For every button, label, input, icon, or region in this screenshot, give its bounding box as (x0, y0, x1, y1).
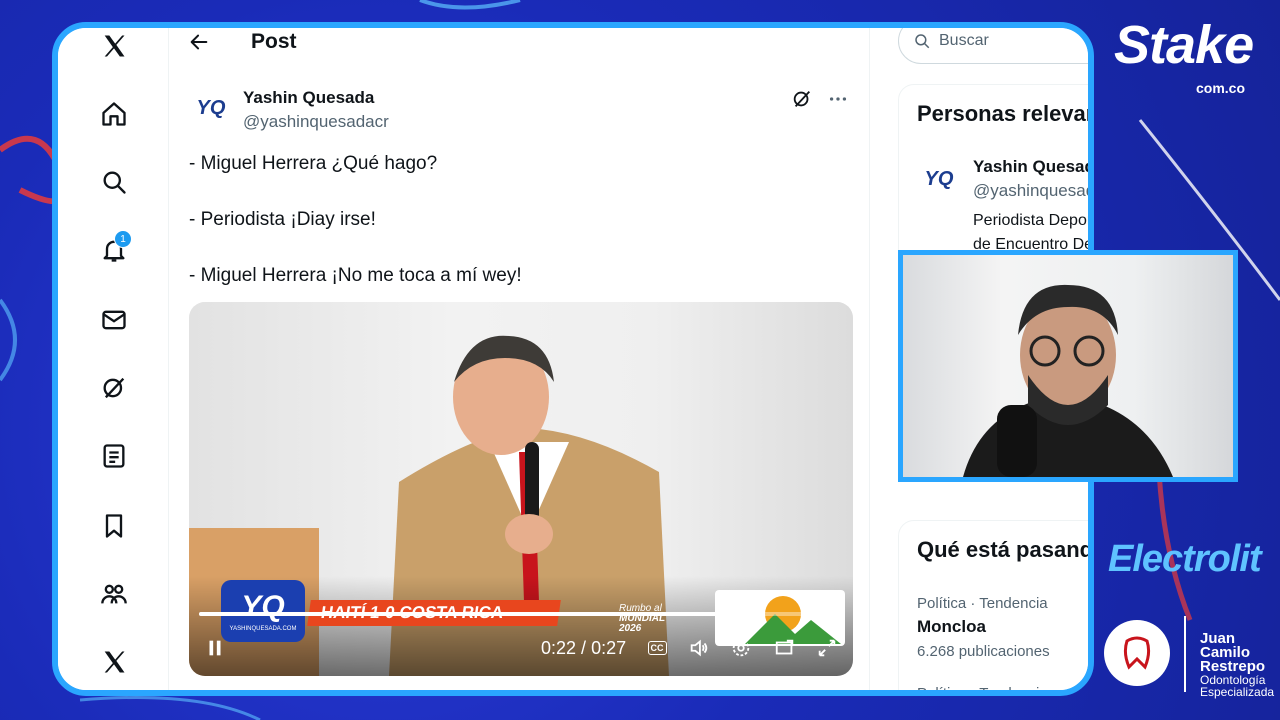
video-progress-fill (199, 612, 724, 616)
relevant-avatar-text: YQ (924, 167, 954, 190)
relevant-handle[interactable]: @yashinquesadacr (973, 181, 1088, 201)
settings-gear-icon[interactable] (727, 634, 755, 662)
trend-meta: Política · Tendencia (917, 595, 1048, 612)
author-handle[interactable]: @yashinquesadacr (243, 112, 389, 132)
home-icon[interactable] (92, 92, 136, 136)
post-column: Post YQ Yashin Quesada @yashinquesadacr … (169, 28, 870, 690)
premium-x-icon[interactable] (92, 640, 136, 684)
left-nav: 1 (58, 28, 169, 690)
more-options-icon[interactable] (827, 88, 849, 115)
post-line: - Miguel Herrera ¿Qué hago? (189, 153, 438, 174)
relevant-people-card: Personas relevantes YQ Yashin Quesada @y… (898, 84, 1093, 264)
post-actions (791, 88, 849, 115)
search-box[interactable]: Buscar (898, 28, 1088, 64)
post-text: - Miguel Herrera ¿Qué hago? - Periodista… (189, 150, 522, 318)
webcam-overlay (898, 250, 1238, 482)
captions-button[interactable]: CC (643, 634, 671, 662)
notifications-badge: 1 (114, 230, 132, 248)
search-icon (915, 34, 930, 49)
post-line: - Periodista ¡Diay irse! (189, 209, 376, 230)
explore-search-icon[interactable] (92, 160, 136, 204)
relevant-avatar[interactable]: YQ (917, 157, 961, 201)
post-author[interactable]: YQ Yashin Quesada @yashinquesadacr (189, 86, 389, 132)
avatar-logo-text: YQ (196, 96, 226, 119)
dental-sponsor-text: Juan Camilo Restrepo Odontología Especia… (1200, 630, 1280, 699)
sponsor-divider (1184, 616, 1186, 692)
mundial-logo-line: 2026 (619, 623, 642, 634)
streamer-figure (963, 284, 1173, 477)
author-avatar[interactable]: YQ (189, 86, 233, 130)
dental-logo-icon (1104, 620, 1170, 686)
stake-logo-sub: com.co (1196, 80, 1246, 96)
volume-icon[interactable] (685, 634, 713, 662)
time-total: 0:27 (591, 638, 627, 658)
notifications-bell-icon[interactable]: 1 (92, 228, 136, 272)
dental-name-line: Juan Camilo (1200, 630, 1251, 661)
fullscreen-icon[interactable] (813, 634, 841, 662)
trends-title: Qué está pasando (917, 537, 1094, 562)
author-name[interactable]: Yashin Quesada (243, 88, 389, 108)
relevant-people-title: Personas relevantes (917, 101, 1088, 126)
relevant-bio-line: Periodista Deportivo (973, 212, 1093, 229)
trend-name[interactable]: Moncloa (917, 617, 986, 637)
video-progress-bar[interactable] (199, 606, 843, 622)
trend-count: 6.268 publicaciones (917, 643, 1050, 660)
time-current: 0:22 (541, 638, 577, 658)
video-player[interactable]: YQ YASHINQUESADA.COM HAITÍ 1-0 COSTA RIC… (189, 302, 853, 676)
page-title: Post (251, 30, 297, 53)
electrolit-logo: Electrolit (1108, 538, 1262, 580)
mundial-logo: Rumbo al MUNDIAL 2026 (619, 604, 665, 634)
bookmarks-icon[interactable] (92, 504, 136, 548)
dental-name-line: Restrepo (1200, 658, 1266, 675)
yq-logo: YQ YASHINQUESADA.COM (221, 580, 305, 642)
lists-icon[interactable] (92, 434, 136, 478)
search-placeholder: Buscar (939, 32, 989, 49)
x-logo-icon[interactable] (92, 28, 136, 68)
dental-tagline: Especializada (1200, 685, 1275, 699)
video-time: 0:22 / 0:27 (541, 638, 627, 658)
picture-in-picture-icon[interactable] (771, 634, 799, 662)
messages-envelope-icon[interactable] (92, 298, 136, 342)
stake-logo: Stake (1114, 15, 1254, 75)
captions-label: CC (647, 641, 667, 655)
grok-icon[interactable] (92, 366, 136, 410)
trends-card: Qué está pasando Política · Tendencia Mo… (898, 520, 1094, 696)
grok-icon[interactable] (791, 88, 813, 115)
pause-icon[interactable] (201, 634, 229, 662)
trend-meta: Política · Tendencia (917, 685, 1048, 696)
relevant-name[interactable]: Yashin Quesada (973, 157, 1088, 177)
yq-logo-text: YQ (241, 590, 285, 623)
back-arrow-icon[interactable] (185, 28, 213, 56)
post-header: Post (185, 28, 297, 58)
video-progress-thumb[interactable] (715, 606, 732, 622)
yq-logo-sub: YASHINQUESADA.COM (229, 626, 297, 632)
post-line: - Miguel Herrera ¡No me toca a mí wey! (189, 265, 522, 286)
video-controls: 0:22 / 0:27 CC (189, 634, 853, 670)
communities-icon[interactable] (92, 572, 136, 616)
